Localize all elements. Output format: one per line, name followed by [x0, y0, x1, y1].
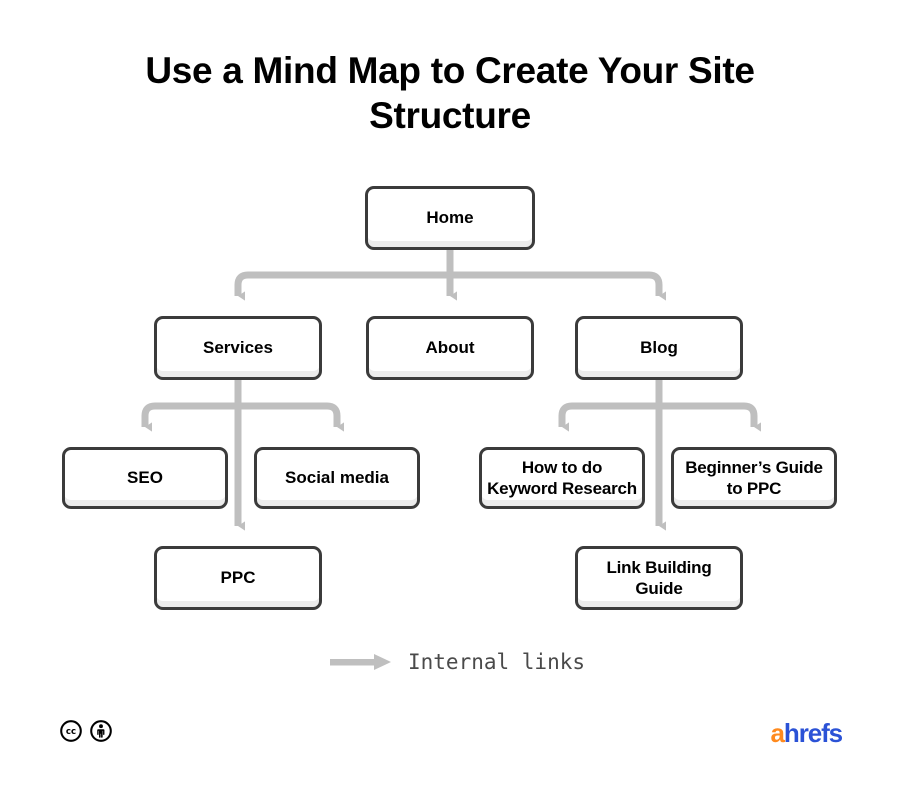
- node-beginners-guide-ppc[interactable]: Beginner’s Guide to PPC: [671, 447, 837, 509]
- node-about[interactable]: About: [366, 316, 534, 380]
- node-label: PPC: [220, 568, 256, 587]
- node-label: Link Building Guide: [606, 558, 712, 598]
- node-label: SEO: [127, 468, 163, 487]
- node-blog[interactable]: Blog: [575, 316, 743, 380]
- license-icons: cc: [60, 720, 112, 742]
- node-label: Home: [426, 208, 474, 227]
- connectors-layer: [141, 250, 762, 531]
- node-label: Blog: [640, 338, 678, 357]
- ahrefs-logo: ahrefs: [770, 718, 844, 748]
- node-link-building-guide[interactable]: Link Building Guide: [575, 546, 743, 610]
- node-keyword-research[interactable]: How to do Keyword Research: [479, 447, 645, 509]
- node-label: About: [425, 338, 475, 357]
- legend: Internal links: [330, 645, 585, 679]
- legend-label: Internal links: [408, 650, 586, 674]
- node-label: Beginner’s Guide to PPC: [685, 458, 823, 498]
- connector-home-bar-left: [234, 271, 450, 301]
- connector-blog-bar-right: [659, 402, 762, 432]
- arrow-right-icon: [330, 654, 391, 670]
- connector-services-bar-right: [238, 402, 345, 432]
- node-home[interactable]: Home: [365, 186, 535, 250]
- node-services[interactable]: Services: [154, 316, 322, 380]
- brand-initial: a: [770, 718, 786, 748]
- svg-text:cc: cc: [66, 727, 76, 737]
- node-seo[interactable]: SEO: [62, 447, 228, 509]
- connector-services-bar-left: [141, 402, 238, 432]
- brand-name: hrefs: [783, 718, 843, 748]
- node-label: Social media: [285, 468, 389, 487]
- node-ppc[interactable]: PPC: [154, 546, 322, 610]
- node-social-media[interactable]: Social media: [254, 447, 420, 509]
- node-label: Services: [203, 338, 273, 357]
- creative-commons-by-icon: [90, 720, 112, 742]
- node-label: How to do Keyword Research: [487, 458, 637, 498]
- connector-blog-bar-left: [558, 402, 659, 432]
- creative-commons-icon: cc: [60, 720, 82, 742]
- connector-home-bar-right: [450, 271, 667, 301]
